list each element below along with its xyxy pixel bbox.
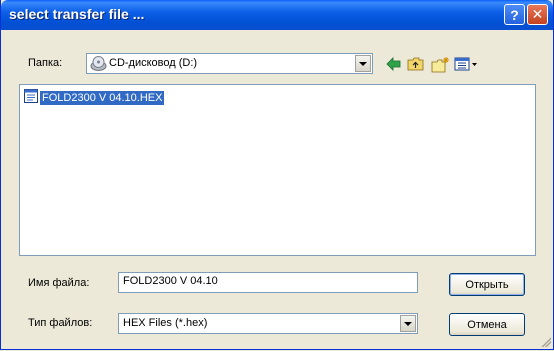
cancel-button-label: Отмена xyxy=(467,318,507,331)
filename-field[interactable] xyxy=(118,272,418,293)
new-folder-icon[interactable] xyxy=(430,54,450,74)
up-folder-icon[interactable] xyxy=(406,54,426,74)
window-title: select transfer file ... xyxy=(9,6,145,22)
hex-file-icon xyxy=(24,89,38,106)
view-menu-icon[interactable] xyxy=(453,54,479,74)
look-in-value: CD-дисковод (D:) xyxy=(109,57,198,69)
file-name: FOLD2300 V 04.10.HEX xyxy=(40,90,165,105)
help-icon: ? xyxy=(510,6,519,23)
open-button-label: Открыть xyxy=(465,278,509,291)
dialog-window: select transfer file ... ? ✕ Папка: CD-д… xyxy=(0,0,554,350)
filetype-label: Тип файлов: xyxy=(28,317,93,329)
close-icon: ✕ xyxy=(531,6,544,22)
filename-input[interactable] xyxy=(123,275,403,287)
chevron-down-icon[interactable] xyxy=(355,55,371,72)
filetype-value: HEX Files (*.hex) xyxy=(123,317,208,329)
list-item[interactable]: FOLD2300 V 04.10.HEX xyxy=(24,89,165,106)
resize-grip[interactable] xyxy=(539,335,551,347)
filename-label: Имя файла: xyxy=(28,277,90,289)
cd-drive-icon xyxy=(90,55,107,75)
open-button[interactable]: Открыть xyxy=(449,273,525,296)
filetype-dropdown[interactable]: HEX Files (*.hex) xyxy=(118,313,418,334)
cancel-button[interactable]: Отмена xyxy=(449,313,525,336)
file-list[interactable]: FOLD2300 V 04.10.HEX xyxy=(19,84,536,256)
look-in-dropdown[interactable]: CD-дисковод (D:) xyxy=(86,53,373,74)
help-button[interactable]: ? xyxy=(504,4,525,25)
chevron-down-icon[interactable] xyxy=(400,315,416,332)
title-bar[interactable]: select transfer file ... ? ✕ xyxy=(1,0,553,30)
close-button[interactable]: ✕ xyxy=(527,4,548,25)
back-icon[interactable] xyxy=(384,54,404,74)
look-in-label: Папка: xyxy=(28,57,63,69)
